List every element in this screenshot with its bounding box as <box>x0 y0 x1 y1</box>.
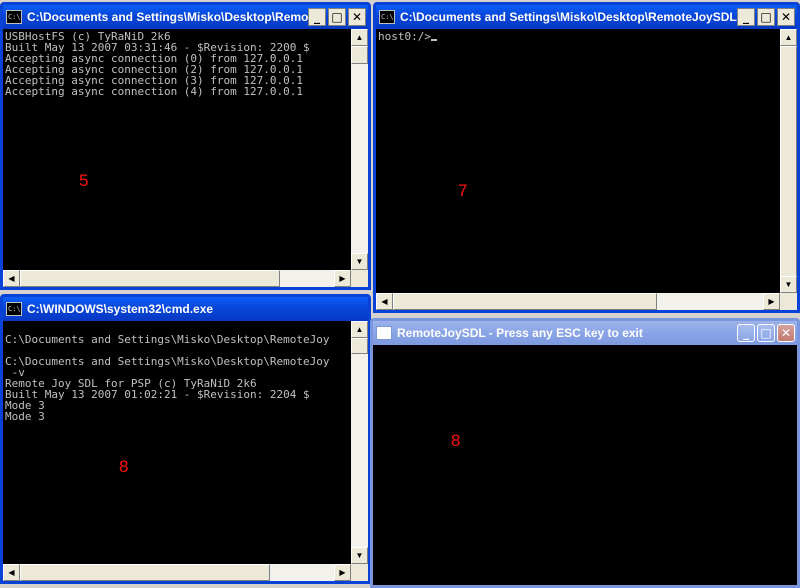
scroll-left-button[interactable]: ◀ <box>3 564 20 581</box>
cmd-output: C:\Documents and Settings\Misko\Desktop\… <box>5 333 330 423</box>
scroll-right-button[interactable]: ▶ <box>763 293 780 310</box>
console-icon[interactable]: C:\ <box>6 302 22 316</box>
usbhostfs-console[interactable]: USBHostFS (c) TyRaNiD 2k6 Built May 13 2… <box>3 29 351 270</box>
usbhostfs-horizontal-scrollbar[interactable]: ◀ ▶ <box>3 270 351 287</box>
remotejoysdl-window[interactable]: RemoteJoySDL - Press any ESC key to exit… <box>370 318 800 588</box>
scroll-thumb[interactable] <box>351 338 368 354</box>
cmd-title: C:\WINDOWS\system32\cmd.exe <box>27 302 214 316</box>
scroll-right-button[interactable]: ▶ <box>334 564 351 581</box>
scroll-thumb[interactable] <box>393 293 657 310</box>
cmd-window[interactable]: C:\ C:\WINDOWS\system32\cmd.exe C:\Docum… <box>0 294 371 584</box>
scroll-up-button[interactable]: ▲ <box>780 29 797 46</box>
scroll-thumb[interactable] <box>20 270 280 287</box>
scroll-thumb[interactable] <box>351 46 368 64</box>
pc-terminal-titlebar[interactable]: C:\ C:\Documents and Settings\Misko\Desk… <box>376 5 797 29</box>
scroll-down-button[interactable]: ▼ <box>351 253 368 270</box>
usbhostfs-titlebar[interactable]: C:\ C:\Documents and Settings\Misko\Desk… <box>3 5 368 29</box>
console-icon[interactable]: C:\ <box>379 10 395 24</box>
maximize-button[interactable]: □ <box>328 8 346 26</box>
scroll-left-button[interactable]: ◀ <box>376 293 393 310</box>
pc-terminal-horizontal-scrollbar[interactable]: ◀ ▶ <box>376 293 780 310</box>
maximize-button[interactable]: □ <box>757 8 775 26</box>
cmd-vertical-scrollbar[interactable]: ▲ ▼ <box>351 321 368 564</box>
minimize-button[interactable]: _ <box>737 324 755 342</box>
maximize-button[interactable]: □ <box>757 324 775 342</box>
shell-prompt: host0:/> <box>378 30 431 43</box>
pc-terminal-output: host0:/> <box>376 29 780 44</box>
scroll-up-button[interactable]: ▲ <box>351 321 368 338</box>
scroll-down-button[interactable]: ▼ <box>351 547 368 564</box>
usbhostfs-window[interactable]: C:\ C:\Documents and Settings\Misko\Desk… <box>0 2 371 290</box>
marker-label: 5 <box>79 171 89 190</box>
remotejoysdl-display[interactable] <box>373 345 797 585</box>
usbhostfs-output: USBHostFS (c) TyRaNiD 2k6 Built May 13 2… <box>5 30 310 98</box>
console-icon[interactable]: C:\ <box>6 10 22 24</box>
marker-label: 8 <box>451 431 461 450</box>
pc-terminal-vertical-scrollbar[interactable]: ▲ ▼ <box>780 29 797 293</box>
close-button[interactable]: ✕ <box>348 8 366 26</box>
scroll-thumb[interactable] <box>780 46 797 278</box>
cmd-titlebar[interactable]: C:\ C:\WINDOWS\system32\cmd.exe <box>3 297 368 321</box>
usbhostfs-vertical-scrollbar[interactable]: ▲ ▼ <box>351 29 368 270</box>
scrollbar-corner <box>780 293 797 310</box>
application-icon[interactable] <box>376 326 392 340</box>
scroll-thumb[interactable] <box>20 564 270 581</box>
minimize-button[interactable]: _ <box>737 8 755 26</box>
pc-terminal-title: C:\Documents and Settings\Misko\Desktop\… <box>400 10 737 24</box>
usbhostfs-title: C:\Documents and Settings\Misko\Desktop\… <box>27 10 308 24</box>
text-cursor <box>430 39 437 41</box>
remotejoysdl-titlebar[interactable]: RemoteJoySDL - Press any ESC key to exit… <box>373 321 797 345</box>
scrollbar-corner <box>351 564 368 581</box>
marker-label: 7 <box>458 181 468 200</box>
cmd-console[interactable]: C:\Documents and Settings\Misko\Desktop\… <box>3 321 351 564</box>
cmd-horizontal-scrollbar[interactable]: ◀ ▶ <box>3 564 351 581</box>
marker-label: 8 <box>119 457 129 476</box>
scroll-up-button[interactable]: ▲ <box>351 29 368 46</box>
remotejoysdl-title: RemoteJoySDL - Press any ESC key to exit <box>397 326 643 340</box>
minimize-button[interactable]: _ <box>308 8 326 26</box>
pc-terminal-console[interactable]: host0:/> <box>376 29 780 293</box>
scroll-right-button[interactable]: ▶ <box>334 270 351 287</box>
pc-terminal-window[interactable]: C:\ C:\Documents and Settings\Misko\Desk… <box>373 2 800 313</box>
scroll-left-button[interactable]: ◀ <box>3 270 20 287</box>
close-button[interactable]: ✕ <box>777 8 795 26</box>
close-button[interactable]: ✕ <box>777 324 795 342</box>
scrollbar-corner <box>351 270 368 287</box>
scroll-down-button[interactable]: ▼ <box>780 276 797 293</box>
